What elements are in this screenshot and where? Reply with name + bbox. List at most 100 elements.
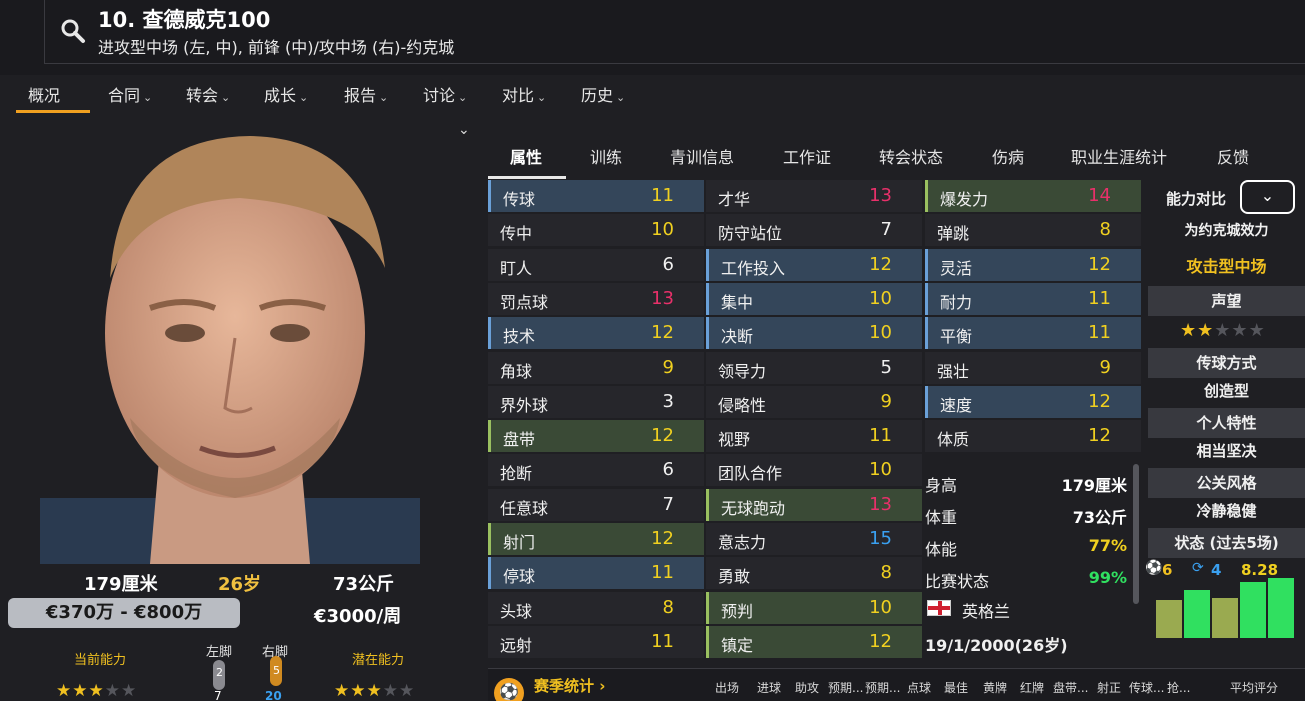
tab-attributes[interactable]: 属性 bbox=[510, 144, 542, 168]
season-stat-column-header[interactable]: 传球... bbox=[1129, 679, 1164, 696]
attribute-row[interactable]: 决断 10 bbox=[706, 317, 922, 350]
attribute-row[interactable]: 无球跑动 13 bbox=[706, 488, 922, 521]
compare-dropdown[interactable]: ⌄ bbox=[1240, 180, 1295, 214]
attribute-row[interactable]: 罚点球 13 bbox=[488, 282, 704, 315]
season-stat-column-header[interactable]: 抢... bbox=[1167, 679, 1190, 696]
chevron-down-icon: ⌄ bbox=[616, 91, 626, 104]
attribute-row[interactable]: 防守站位 7 bbox=[706, 214, 922, 247]
attribute-row[interactable]: 预判 10 bbox=[706, 591, 922, 624]
nav-tab-history[interactable]: 历史 ⌄ bbox=[581, 82, 625, 106]
attribute-row[interactable]: 盘带 12 bbox=[488, 420, 704, 453]
attribute-row[interactable]: 耐力 11 bbox=[925, 282, 1141, 315]
chevron-down-icon[interactable]: ⌄ bbox=[458, 122, 470, 138]
attribute-row[interactable]: 平衡 11 bbox=[925, 317, 1141, 350]
attribute-row[interactable]: 传中 10 bbox=[488, 214, 704, 247]
nav-tab-transfer[interactable]: 转会 ⌄ bbox=[186, 82, 230, 106]
attribute-row[interactable]: 工作投入 12 bbox=[706, 248, 922, 281]
season-stat-column-header[interactable]: 射正 bbox=[1097, 679, 1121, 696]
info-scrollbar[interactable] bbox=[1133, 464, 1139, 604]
chevron-down-icon: ⌄ bbox=[537, 91, 547, 104]
attribute-label: 弹跳 bbox=[937, 224, 970, 244]
tab-feedback[interactable]: 反馈 bbox=[1217, 144, 1249, 168]
tab-career-stats[interactable]: 职业生涯统计 bbox=[1071, 144, 1167, 168]
tab-injuries[interactable]: 伤病 bbox=[992, 144, 1024, 168]
attribute-value: 11 bbox=[1088, 287, 1111, 309]
nav-tab-development[interactable]: 成长 ⌄ bbox=[264, 82, 308, 106]
nav-tab-overview[interactable]: 概况 bbox=[28, 82, 60, 106]
attribute-row[interactable]: 停球 11 bbox=[488, 557, 704, 590]
form-bar[interactable] bbox=[1240, 582, 1266, 638]
attribute-row[interactable]: 意志力 15 bbox=[706, 523, 922, 555]
attribute-value: 6 bbox=[662, 459, 674, 481]
attribute-row[interactable]: 视野 11 bbox=[706, 420, 922, 453]
right-foot-value: 5 bbox=[273, 664, 280, 677]
value-range-pill[interactable]: €370万 - €800万 bbox=[8, 598, 240, 628]
attribute-label: 灵活 bbox=[940, 258, 973, 278]
attribute-row[interactable]: 射门 12 bbox=[488, 523, 704, 555]
attribute-row[interactable]: 镇定 12 bbox=[706, 625, 922, 658]
season-stat-column-header[interactable]: 盘带... bbox=[1053, 679, 1088, 696]
media-handling: 冷静稳健 bbox=[1196, 502, 1257, 520]
attribute-row[interactable]: 弹跳 8 bbox=[925, 214, 1141, 247]
season-stat-column-header[interactable]: 平均评分 bbox=[1230, 679, 1278, 696]
attribute-row[interactable]: 团队合作 10 bbox=[706, 454, 922, 487]
season-stat-column-header[interactable]: 进球 bbox=[757, 679, 781, 696]
attribute-row[interactable]: 集中 10 bbox=[706, 282, 922, 315]
tab-work-permit[interactable]: 工作证 bbox=[783, 144, 831, 168]
attribute-value: 7 bbox=[662, 493, 674, 515]
star-icon: ★ bbox=[72, 681, 89, 701]
season-stat-column-header[interactable]: 出场 bbox=[715, 679, 739, 696]
star-icon: ★ bbox=[1180, 320, 1198, 341]
attribute-label: 侵略性 bbox=[718, 395, 767, 415]
season-stats-link[interactable]: 赛季统计 › bbox=[534, 675, 605, 696]
season-stat-column-header[interactable]: 预期... bbox=[865, 679, 900, 696]
nav-tab-discuss[interactable]: 讨论 ⌄ bbox=[423, 82, 467, 106]
search-icon[interactable] bbox=[60, 18, 86, 44]
attribute-row[interactable]: 体质 12 bbox=[925, 420, 1141, 453]
attribute-row[interactable]: 勇敢 8 bbox=[706, 557, 922, 590]
attribute-label: 防守站位 bbox=[718, 224, 783, 244]
attribute-row[interactable]: 盯人 6 bbox=[488, 248, 704, 281]
attribute-row[interactable]: 远射 11 bbox=[488, 625, 704, 658]
tab-transfer-status[interactable]: 转会状态 bbox=[879, 144, 943, 168]
season-stat-column-header[interactable]: 红牌 bbox=[1020, 679, 1044, 696]
form-bar[interactable] bbox=[1156, 600, 1182, 638]
season-stat-column-header[interactable]: 点球 bbox=[907, 679, 931, 696]
form-bar[interactable] bbox=[1268, 578, 1294, 638]
nav-tab-reports[interactable]: 报告 ⌄ bbox=[344, 82, 388, 106]
attribute-row[interactable]: 抢断 6 bbox=[488, 454, 704, 487]
nav-tab-label: 讨论 bbox=[423, 86, 456, 105]
attribute-row[interactable]: 才华 13 bbox=[706, 180, 922, 212]
attribute-row[interactable]: 传球 11 bbox=[488, 180, 704, 212]
attribute-row[interactable]: 强壮 9 bbox=[925, 351, 1141, 384]
season-stat-column-header[interactable]: 预期... bbox=[828, 679, 863, 696]
attribute-row[interactable]: 爆发力 14 bbox=[925, 180, 1141, 212]
nav-tab-contract[interactable]: 合同 ⌄ bbox=[108, 82, 152, 106]
attribute-row[interactable]: 任意球 7 bbox=[488, 488, 704, 521]
attribute-value: 6 bbox=[662, 253, 674, 275]
attribute-row[interactable]: 技术 12 bbox=[488, 317, 704, 350]
attribute-value: 13 bbox=[869, 493, 892, 515]
nav-tab-compare[interactable]: 对比 ⌄ bbox=[502, 82, 546, 106]
attribute-row[interactable]: 速度 12 bbox=[925, 385, 1141, 418]
chevron-down-icon: ⌄ bbox=[379, 91, 389, 104]
attribute-row[interactable]: 界外球 3 bbox=[488, 385, 704, 418]
attribute-value: 3 bbox=[662, 390, 674, 412]
tab-youth-info[interactable]: 青训信息 bbox=[670, 144, 734, 168]
attribute-value: 14 bbox=[1088, 185, 1111, 206]
potential-ability-stars: ★★★★★ bbox=[334, 681, 415, 701]
attribute-label: 耐力 bbox=[940, 292, 973, 312]
form-bar[interactable] bbox=[1184, 590, 1210, 638]
attribute-label: 无球跑动 bbox=[721, 498, 786, 518]
attribute-row[interactable]: 头球 8 bbox=[488, 591, 704, 624]
season-stat-column-header[interactable]: 助攻 bbox=[795, 679, 819, 696]
season-stat-column-header[interactable]: 最佳 bbox=[944, 679, 968, 696]
attribute-row[interactable]: 领导力 5 bbox=[706, 351, 922, 384]
attribute-row[interactable]: 侵略性 9 bbox=[706, 385, 922, 418]
tab-training[interactable]: 训练 bbox=[590, 144, 622, 168]
season-stat-column-header[interactable]: 黄牌 bbox=[983, 679, 1007, 696]
attribute-row[interactable]: 灵活 12 bbox=[925, 248, 1141, 281]
form-bar[interactable] bbox=[1212, 598, 1238, 638]
attribute-row[interactable]: 角球 9 bbox=[488, 351, 704, 384]
season-stats-icon: ⚽ bbox=[494, 678, 524, 701]
